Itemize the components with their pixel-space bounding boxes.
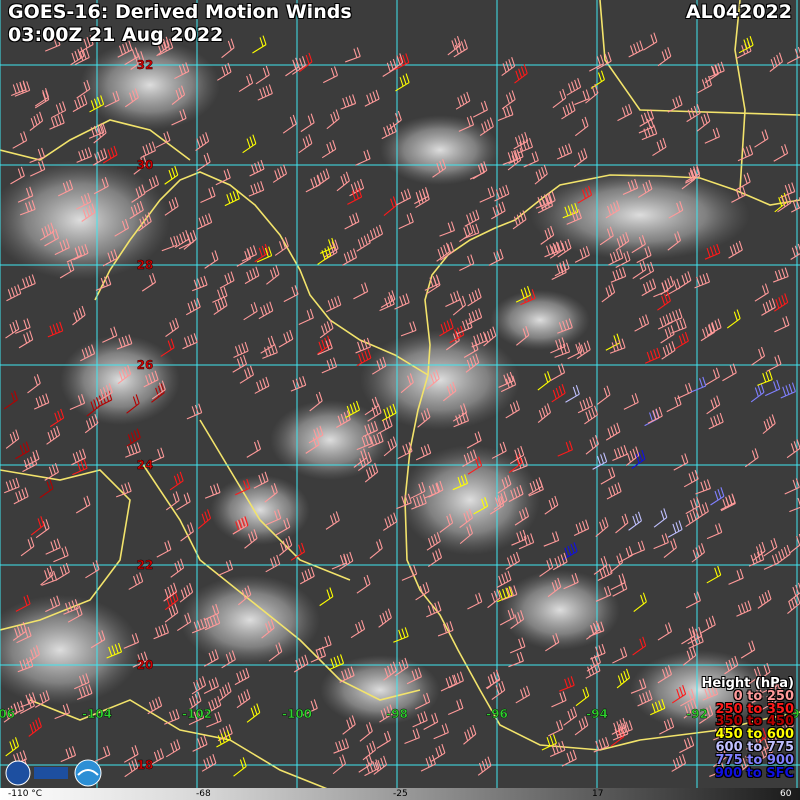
longitude-label: -96 xyxy=(486,707,508,721)
cloud-area xyxy=(360,330,520,430)
latitude-label: 26 xyxy=(137,358,154,372)
cloud-area xyxy=(80,40,220,130)
latitude-label: 18 xyxy=(137,758,154,772)
legend-item: 900 to SFC xyxy=(714,765,794,781)
product-title: GOES-16: Derived Motion Winds xyxy=(8,1,352,23)
latitude-label: 20 xyxy=(137,658,154,672)
colorbar-tick: 17 xyxy=(592,789,604,799)
map-canvas: 32 30 28 26 24 22 20 18 -106 -104 -102 -100 -98 -96 -9… xyxy=(0,0,800,800)
latitude-label: 24 xyxy=(137,458,154,472)
colorbar-tick: -110 °C xyxy=(8,789,43,799)
longitude-label: -94 xyxy=(586,707,608,721)
storm-id: AL042022 xyxy=(685,1,792,23)
colorbar-tick: -25 xyxy=(393,789,408,799)
height-legend: Height (hPa) 0 to 250 250 to 350 350 to … xyxy=(701,677,794,781)
longitude-label: -100 xyxy=(282,707,312,721)
longitude-label: -106 xyxy=(0,707,15,721)
latitude-label: 32 xyxy=(137,58,154,72)
temperature-colorbar: -110 °C -68 -25 17 60 xyxy=(0,788,800,800)
cloud-area xyxy=(500,570,620,650)
latitude-label: 28 xyxy=(137,258,154,272)
agency-logos xyxy=(5,759,102,787)
cira-text-icon xyxy=(34,767,68,779)
longitude-label: -102 xyxy=(182,707,212,721)
satellite-wind-map: 32 30 28 26 24 22 20 18 -106 -104 -102 -100 -98 -96 -9… xyxy=(0,0,800,800)
cira-logo-icon xyxy=(5,760,31,786)
colorbar-tick: 60 xyxy=(780,789,792,799)
colorbar-tick: -68 xyxy=(196,789,211,799)
cloud-area xyxy=(490,290,590,350)
valid-time: 03:00Z 21 Aug 2022 xyxy=(8,24,224,46)
latitude-label: 30 xyxy=(137,158,154,172)
longitude-label: -104 xyxy=(82,707,112,721)
longitude-label: -98 xyxy=(386,707,408,721)
latitude-label: 22 xyxy=(137,558,154,572)
